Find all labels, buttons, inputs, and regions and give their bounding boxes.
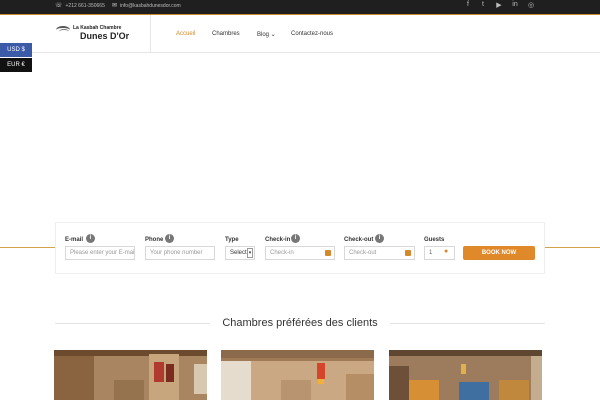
nav-blog[interactable]: Blog ⌄: [257, 31, 276, 38]
type-select[interactable]: Select ▾: [225, 246, 255, 260]
checkin-label: Check-in: [265, 237, 291, 243]
checkout-info-icon[interactable]: i: [375, 234, 384, 243]
logo-arch-inner-icon: [59, 29, 69, 34]
checkout-calendar-icon[interactable]: [405, 250, 411, 256]
section-title: Chambres préférées des clients: [222, 317, 378, 329]
phone-contact[interactable]: ☏ +212 661-350665: [55, 2, 105, 10]
room-card-image[interactable]: [54, 350, 207, 400]
room-card-image[interactable]: [389, 350, 542, 400]
phone-number: +212 661-350665: [65, 2, 105, 9]
header-divider: [150, 15, 151, 53]
guests-person-icon: ●: [444, 248, 449, 255]
room-card-image[interactable]: [221, 350, 374, 400]
email-input[interactable]: Please enter your E-mail: [65, 246, 135, 260]
linkedin-icon[interactable]: in: [509, 1, 521, 8]
phone-icon: ☏: [55, 3, 63, 9]
site-logo[interactable]: La Kasbah Chambre Dunes D'Or: [56, 25, 136, 49]
guests-label: Guests: [424, 237, 445, 243]
youtube-icon[interactable]: ▶: [493, 1, 505, 9]
nav-contact[interactable]: Contactez-nous: [291, 31, 333, 37]
checkout-label: Check-out: [344, 237, 374, 243]
site-header: La Kasbah Chambre Dunes D'Or Accueil Cha…: [0, 15, 600, 53]
phone-info-icon[interactable]: i: [165, 234, 174, 243]
email-label: E-mail: [65, 237, 84, 243]
instagram-icon[interactable]: ◎: [525, 1, 537, 9]
type-label: Type: [225, 237, 239, 243]
phone-input[interactable]: Your phone number: [145, 246, 215, 260]
checkin-info-icon[interactable]: i: [291, 234, 300, 243]
type-select-value: Select: [230, 250, 247, 256]
nav-chambres[interactable]: Chambres: [212, 31, 240, 37]
twitter-icon[interactable]: t: [477, 1, 489, 8]
checkin-calendar-icon[interactable]: [325, 250, 331, 256]
facebook-icon[interactable]: f: [462, 1, 474, 8]
nav-accueil[interactable]: Accueil: [176, 31, 195, 37]
email-contact[interactable]: ✉ info@kasbahdunesdor.com: [112, 2, 181, 10]
email-address: info@kasbahdunesdor.com: [120, 2, 181, 9]
envelope-icon: ✉: [112, 3, 118, 9]
phone-label: Phone: [145, 237, 164, 243]
book-now-button[interactable]: BOOK NOW: [463, 246, 535, 260]
guests-input[interactable]: 1: [424, 246, 455, 260]
currency-usd-button[interactable]: USD $: [0, 43, 32, 57]
logo-title: Dunes D'Or: [80, 31, 130, 41]
top-bar: ☏ +212 661-350665 ✉ info@kasbahdunesdor.…: [0, 0, 600, 15]
currency-eur-button[interactable]: EUR €: [0, 58, 32, 72]
chevron-down-icon: ▾: [247, 248, 253, 258]
email-info-icon[interactable]: i: [86, 234, 95, 243]
